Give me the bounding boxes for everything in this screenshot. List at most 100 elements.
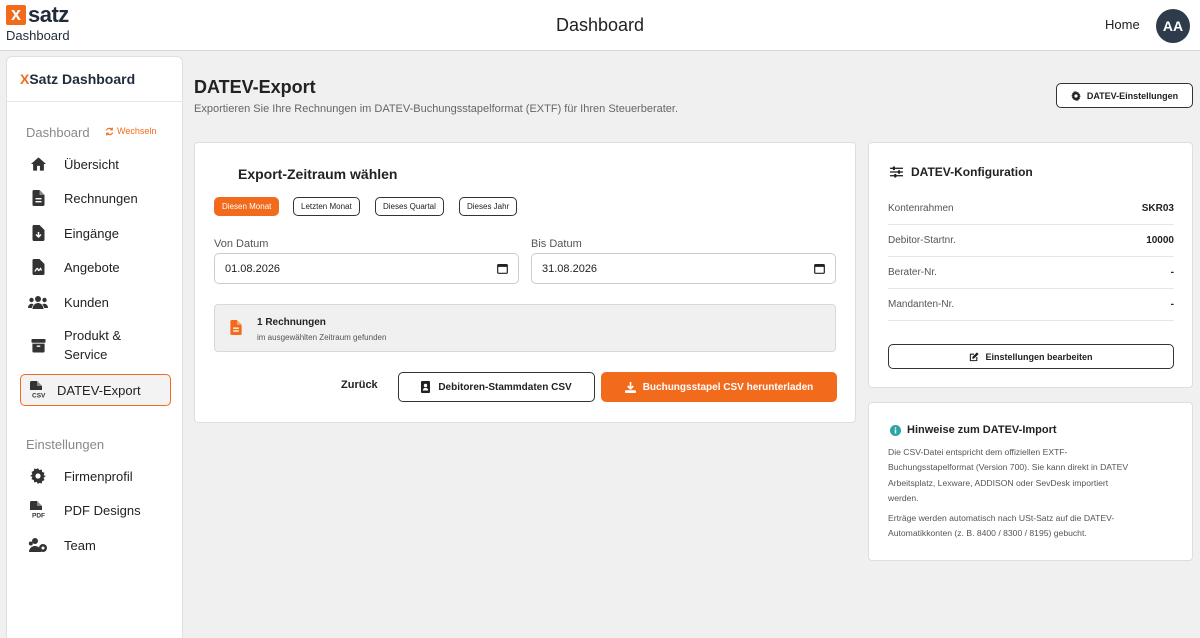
edit-icon: [970, 351, 980, 361]
home-icon: [27, 153, 49, 175]
hints-line: Die CSV-Datei entspricht dem offiziellen…: [888, 447, 1068, 457]
export-card: Export-Zeitraum wählen Diesen Monat Letz…: [194, 142, 856, 423]
calendar-icon[interactable]: [497, 263, 508, 274]
info-icon: [890, 424, 901, 436]
chip-this-month[interactable]: Diesen Monat: [214, 197, 280, 216]
logo-subtitle: Dashboard: [6, 28, 70, 43]
sidebar-item-label: Angebote: [64, 259, 120, 275]
to-date-value: 31.08.2026: [542, 262, 598, 275]
page-subtitle: Exportieren Sie Ihre Rechnungen im DATEV…: [194, 103, 679, 115]
sidebar-item-kunden[interactable]: Kunden: [20, 291, 171, 313]
config-title-label: DATEV-Konfiguration: [911, 165, 1033, 179]
sidebar-header-text: Satz Dashboard: [29, 71, 136, 87]
datev-settings-button[interactable]: DATEV-Einstellungen: [1056, 83, 1193, 108]
address-book-icon: [421, 381, 431, 393]
sidebar-item-label: Firmenprofil: [64, 468, 133, 484]
download-booking-batch-button[interactable]: Buchungsstapel CSV herunterladen: [601, 372, 837, 402]
chip-this-year[interactable]: Dieses Jahr: [459, 197, 518, 216]
config-title: DATEV-Konfiguration: [890, 165, 1033, 179]
sidebar-item-produkt-service[interactable]: Produkt & Service: [20, 325, 171, 365]
sidebar: XSatz Dashboard Dashboard Wechseln Übers…: [6, 56, 183, 638]
page-header-title: Dashboard: [555, 15, 645, 35]
debtor-master-csv-label: Debitoren-Stammdaten CSV: [438, 381, 572, 393]
avatar[interactable]: AA: [1156, 9, 1190, 43]
sidebar-section-settings: Einstellungen: [26, 437, 105, 452]
file-icon: [27, 187, 49, 209]
edit-settings-label: Einstellungen bearbeiten: [985, 351, 1093, 362]
back-button[interactable]: Zurück: [341, 379, 378, 391]
file-pdf-icon: PDF: [27, 499, 49, 521]
sidebar-item-pdf-designs[interactable]: PDF PDF Designs: [20, 499, 171, 521]
sidebar-item-rechnungen[interactable]: Rechnungen: [20, 187, 171, 209]
svg-text:PDF: PDF: [32, 513, 45, 520]
sidebar-item-firmenprofil[interactable]: Firmenprofil: [20, 465, 171, 487]
sliders-icon: [890, 166, 903, 178]
home-link[interactable]: Home: [1105, 17, 1140, 32]
calendar-icon[interactable]: [814, 263, 825, 274]
sidebar-item-label-line2: Service: [64, 347, 108, 362]
hints-paragraph-1: Die CSV-Datei entspricht dem offiziellen…: [888, 445, 1178, 506]
sidebar-item-label: Übersicht: [64, 156, 119, 172]
sidebar-item-eingaenge[interactable]: Eingänge: [20, 222, 171, 244]
sidebar-section-dashboard: Dashboard: [26, 125, 90, 140]
config-row-key: Debitor-Startnr.: [888, 235, 956, 246]
invoices-found-count: 1 Rechnungen: [257, 317, 326, 328]
sidebar-item-label: PDF Designs: [64, 502, 141, 518]
to-date-input[interactable]: 31.08.2026: [531, 253, 836, 284]
file-invoice-icon: [230, 320, 242, 335]
svg-text:CSV: CSV: [32, 393, 46, 400]
sidebar-item-label: Produkt & Service: [64, 326, 121, 364]
export-card-title: Export-Zeitraum wählen: [238, 166, 398, 182]
config-row-value: SKR03: [1141, 203, 1174, 214]
sidebar-item-label: Rechnungen: [64, 190, 138, 206]
from-date-label: Von Datum: [214, 238, 269, 250]
sidebar-item-uebersicht[interactable]: Übersicht: [20, 153, 171, 175]
hints-title-label: Hinweise zum DATEV-Import: [907, 424, 1057, 436]
sidebar-item-label: DATEV-Export: [57, 382, 141, 398]
hints-title: Hinweise zum DATEV-Import: [890, 424, 1057, 436]
users-icon: [27, 291, 49, 313]
config-row-value: -: [1170, 299, 1174, 310]
datev-settings-label: DATEV-Einstellungen: [1086, 90, 1179, 101]
sidebar-header: XSatz Dashboard: [7, 57, 182, 102]
hints-line: Automatikkonten (z. B. 8400 / 8300 / 819…: [888, 528, 1087, 539]
config-row-key: Kontenrahmen: [888, 203, 954, 214]
datev-hints-card: Hinweise zum DATEV-Import Die CSV-Datei …: [868, 402, 1193, 561]
download-icon: [624, 381, 636, 393]
config-row-key: Berater-Nr.: [888, 267, 937, 278]
refresh-icon: [105, 127, 114, 135]
box-icon: [27, 334, 49, 356]
sidebar-item-label: Kunden: [64, 294, 109, 310]
edit-settings-button[interactable]: Einstellungen bearbeiten: [888, 344, 1174, 369]
chip-this-quarter[interactable]: Dieses Quartal: [375, 197, 444, 216]
sidebar-item-datev-export[interactable]: CSV DATEV-Export: [20, 374, 171, 406]
from-date-value: 01.08.2026: [225, 262, 281, 275]
hints-line: Buchungsstapelformat (Version 700). Sie …: [888, 462, 1129, 473]
config-row-mandanten: Mandanten-Nr. -: [888, 289, 1174, 321]
sidebar-item-label-line1: Produkt &: [64, 328, 122, 343]
sidebar-item-label: Eingänge: [64, 225, 119, 241]
to-date-label: Bis Datum: [531, 238, 582, 250]
debtor-master-csv-button[interactable]: Debitoren-Stammdaten CSV: [398, 372, 595, 402]
config-row-value: 10000: [1146, 235, 1174, 246]
file-download-icon: [27, 222, 49, 244]
config-row-key: Mandanten-Nr.: [888, 299, 955, 310]
invoices-found-box: 1 Rechnungen im ausgewählten Zeitraum ge…: [214, 304, 836, 352]
logo-word: satz: [28, 2, 69, 27]
switch-button[interactable]: Wechseln: [105, 126, 156, 136]
sidebar-item-team[interactable]: Team: [20, 534, 171, 556]
gear-icon: [1070, 90, 1081, 101]
config-row-value: -: [1170, 267, 1174, 278]
file-csv-icon: CSV: [27, 379, 49, 401]
chip-last-month[interactable]: Letzten Monat: [293, 197, 360, 216]
config-row-debitor-start: Debitor-Startnr. 10000: [888, 225, 1174, 257]
hints-line: Erträge werden automatisch nach USt-Satz…: [888, 513, 1115, 523]
datev-config-card: DATEV-Konfiguration Kontenrahmen SKR03 D…: [868, 142, 1193, 388]
logo-mark: x: [6, 5, 26, 25]
top-bar: x satz Dashboard Dashboard Home AA: [0, 0, 1200, 51]
sidebar-item-angebote[interactable]: Angebote: [20, 256, 171, 278]
logo[interactable]: x satz: [6, 2, 69, 27]
config-row-kontenrahmen: Kontenrahmen SKR03: [888, 193, 1174, 225]
from-date-input[interactable]: 01.08.2026: [214, 253, 519, 284]
hints-paragraph-2: Erträge werden automatisch nach USt-Satz…: [888, 511, 1178, 542]
